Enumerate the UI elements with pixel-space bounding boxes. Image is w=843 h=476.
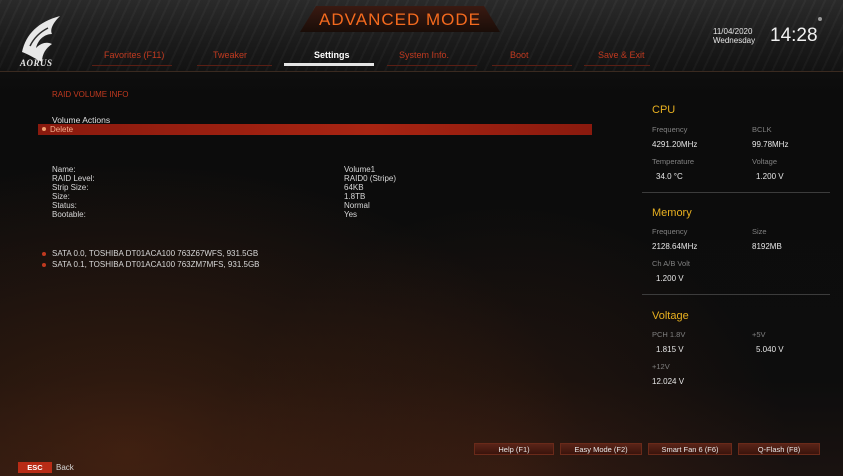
tab-tweaker[interactable]: Tweaker — [213, 50, 247, 60]
info-row: Size: 1.8TB — [52, 192, 592, 201]
section-title: RAID VOLUME INFO — [52, 90, 129, 99]
date-value: 11/04/2020 — [713, 27, 753, 36]
volume-info-list: Name: Volume1 RAID Level: RAID0 (Stripe) S… — [52, 165, 592, 219]
delete-volume-item[interactable]: Delete — [38, 124, 592, 135]
mem-size-value: 8192MB — [752, 242, 782, 251]
weekday-value: Wednesday — [713, 36, 756, 45]
delete-label: Delete — [50, 125, 74, 134]
info-key: Status: — [52, 201, 77, 210]
esc-key-badge[interactable]: ESC — [18, 462, 52, 473]
info-value: 1.8TB — [344, 192, 366, 201]
panel-divider — [642, 192, 830, 193]
hardware-monitor-panel: CPU Frequency BCLK 4291.20MHz 99.78MHz T… — [642, 96, 832, 446]
info-row: Bootable: Yes — [52, 210, 592, 219]
disk-item[interactable]: SATA 0.0, TOSHIBA DT01ACA100 763Z67WFS, … — [42, 249, 260, 260]
info-value: RAID0 (Stripe) — [344, 174, 397, 183]
cpu-volt-label: Voltage — [752, 157, 778, 166]
tab-settings[interactable]: Settings — [314, 50, 350, 60]
info-key: Bootable: — [52, 210, 86, 219]
easy-mode-button[interactable]: Easy Mode (F2) — [560, 443, 642, 455]
cpu-title: CPU — [652, 104, 676, 116]
pch-value: 1.815 V — [656, 345, 684, 354]
info-value: Yes — [344, 210, 358, 219]
mem-chab-value: 1.200 V — [656, 274, 684, 283]
tab-divider — [584, 65, 650, 66]
p5v-label: +5V — [752, 330, 766, 339]
cpu-bclk-value: 99.78MHz — [752, 140, 789, 149]
tab-divider — [197, 65, 272, 66]
tab-favorites[interactable]: Favorites (F11) — [104, 50, 164, 60]
info-value: 64KB — [344, 183, 364, 192]
mem-freq-label: Frequency — [652, 227, 688, 236]
info-row: Status: Normal — [52, 201, 592, 210]
cpu-freq-label: Frequency — [652, 125, 688, 134]
smart-fan-button[interactable]: Smart Fan 6 (F6) — [648, 443, 732, 455]
tab-divider — [92, 65, 172, 66]
mem-chab-label: Ch A/B Volt — [652, 259, 690, 268]
mem-freq-value: 2128.64MHz — [652, 242, 698, 251]
info-value: Volume1 — [344, 165, 376, 174]
mode-title[interactable]: ADVANCED MODE — [300, 10, 500, 30]
disk-label: SATA 0.1, TOSHIBA DT01ACA100 763ZM7MFS, … — [52, 260, 260, 269]
p12v-label: +12V — [652, 362, 670, 371]
p12v-value: 12.024 V — [652, 377, 685, 386]
info-row: Strip Size: 64KB — [52, 183, 592, 192]
date-display: 11/04/2020 Wednesday — [713, 27, 755, 45]
info-row: Name: Volume1 — [52, 165, 592, 174]
info-key: Size: — [52, 192, 70, 201]
back-label[interactable]: Back — [56, 462, 74, 473]
bullet-icon — [42, 252, 46, 256]
tab-divider — [387, 65, 477, 66]
qflash-button[interactable]: Q-Flash (F8) — [738, 443, 820, 455]
info-key: Strip Size: — [52, 183, 89, 192]
info-row: RAID Level: RAID0 (Stripe) — [52, 174, 592, 183]
panel-divider — [642, 294, 830, 295]
info-value: Normal — [344, 201, 370, 210]
p5v-value: 5.040 V — [756, 345, 784, 354]
cpu-freq-value: 4291.20MHz — [652, 140, 698, 149]
memory-title: Memory — [652, 207, 692, 219]
disk-label: SATA 0.0, TOSHIBA DT01ACA100 763Z67WFS, … — [52, 249, 259, 258]
corner-dot — [818, 17, 822, 21]
bullet-icon — [42, 127, 46, 131]
active-tab-indicator — [284, 63, 374, 66]
disk-item[interactable]: SATA 0.1, TOSHIBA DT01ACA100 763ZM7MFS, … — [42, 260, 260, 271]
brand-label: AORUS — [20, 58, 53, 68]
tab-save-exit[interactable]: Save & Exit — [598, 50, 645, 60]
cpu-bclk-label: BCLK — [752, 125, 772, 134]
member-disk-list: SATA 0.0, TOSHIBA DT01ACA100 763Z67WFS, … — [42, 249, 260, 271]
cpu-volt-value: 1.200 V — [756, 172, 784, 181]
header-bar: AORUS ADVANCED MODE Favorites (F11) Twea… — [0, 0, 843, 72]
info-key: Name: — [52, 165, 76, 174]
raid-volume-panel: RAID VOLUME INFO Volume Actions Delete N… — [38, 82, 598, 442]
clock-display: 14:28 — [770, 25, 818, 46]
main-tabs: Favorites (F11) Tweaker Settings System … — [92, 50, 652, 66]
voltage-title: Voltage — [652, 310, 689, 322]
pch-label: PCH 1.8V — [652, 330, 686, 339]
tab-boot[interactable]: Boot — [510, 50, 529, 60]
cpu-temp-label: Temperature — [652, 157, 695, 166]
cpu-temp-value: 34.0 °C — [656, 172, 683, 181]
bullet-icon — [42, 263, 46, 267]
mem-size-label: Size — [752, 227, 767, 236]
tab-divider — [492, 65, 572, 66]
info-key: RAID Level: — [52, 174, 95, 183]
bios-screen: AORUS ADVANCED MODE Favorites (F11) Twea… — [0, 0, 843, 476]
tab-system-info[interactable]: System Info. — [399, 50, 449, 60]
help-button[interactable]: Help (F1) — [474, 443, 554, 455]
